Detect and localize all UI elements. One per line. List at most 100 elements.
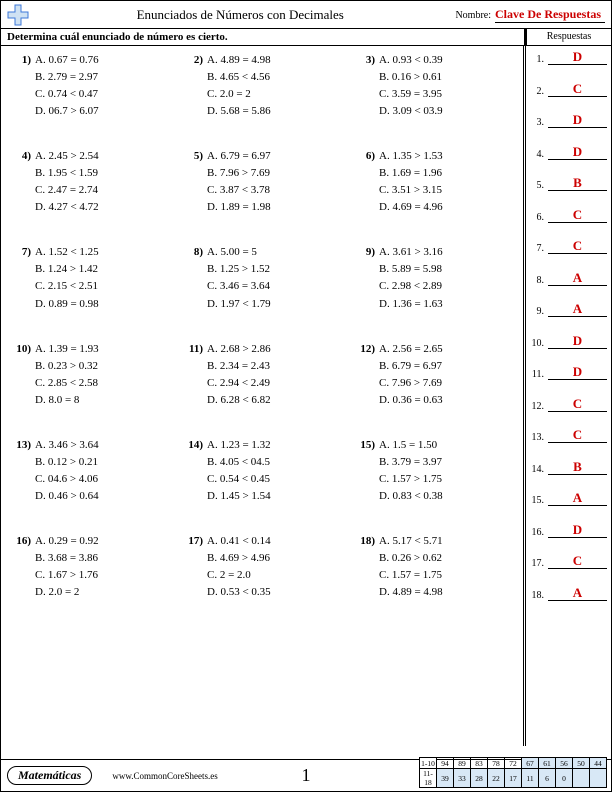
answer-number: 14. bbox=[530, 464, 544, 475]
answer-value: A bbox=[548, 491, 607, 506]
choice-a: A. 3.61 > 3.16 bbox=[379, 244, 443, 261]
question-block: 13)A. 3.46 > 3.64B. 0.12 > 0.21C. 04.6 >… bbox=[9, 437, 173, 505]
choice-a: A. 4.89 = 4.98 bbox=[207, 52, 271, 69]
question-number: 10) bbox=[9, 341, 31, 409]
question-choices: A. 1.23 = 1.32B. 4.05 < 04.5C. 0.54 < 0.… bbox=[207, 437, 271, 505]
choice-b: B. 1.25 > 1.52 bbox=[207, 261, 271, 278]
score-cell: 6 bbox=[539, 769, 556, 788]
choice-a: A. 1.35 > 1.53 bbox=[379, 148, 443, 165]
question-choices: A. 5.17 < 5.71B. 0.26 > 0.62C. 1.57 = 1.… bbox=[379, 533, 443, 601]
answer-number: 16. bbox=[530, 527, 544, 538]
question-block: 1)A. 0.67 = 0.76B. 2.79 = 2.97C. 0.74 < … bbox=[9, 52, 173, 120]
question-block: 14)A. 1.23 = 1.32B. 4.05 < 04.5C. 0.54 <… bbox=[181, 437, 345, 505]
answer-row: 5.B bbox=[530, 176, 607, 191]
choice-d: D. 1.36 = 1.63 bbox=[379, 296, 443, 313]
answer-row: 4.D bbox=[530, 145, 607, 160]
question-block: 4)A. 2.45 > 2.54B. 1.95 < 1.59C. 2.47 = … bbox=[9, 148, 173, 216]
choice-c: C. 3.46 = 3.64 bbox=[207, 278, 271, 295]
choice-c: C. 04.6 > 4.06 bbox=[35, 471, 99, 488]
score-cell: 67 bbox=[522, 758, 539, 769]
question-choices: A. 3.46 > 3.64B. 0.12 > 0.21C. 04.6 > 4.… bbox=[35, 437, 99, 505]
plus-icon bbox=[1, 2, 35, 28]
answer-value: B bbox=[548, 460, 607, 475]
answer-row: 8.A bbox=[530, 271, 607, 286]
choice-a: A. 2.68 > 2.86 bbox=[207, 341, 271, 358]
answer-number: 9. bbox=[530, 306, 544, 317]
choice-b: B. 3.68 = 3.86 bbox=[35, 550, 99, 567]
answer-number: 17. bbox=[530, 558, 544, 569]
choice-d: D. 0.83 < 0.38 bbox=[379, 488, 443, 505]
score-cell: 28 bbox=[471, 769, 488, 788]
instruction-text: Determina cuál enunciado de número es ci… bbox=[1, 29, 525, 45]
answer-number: 15. bbox=[530, 495, 544, 506]
answer-row: 7.C bbox=[530, 239, 607, 254]
choice-d: D. 1.45 > 1.54 bbox=[207, 488, 271, 505]
question-block: 8)A. 5.00 = 5B. 1.25 > 1.52C. 3.46 = 3.6… bbox=[181, 244, 345, 312]
answer-number: 13. bbox=[530, 432, 544, 443]
score-cell: 78 bbox=[488, 758, 505, 769]
question-number: 6) bbox=[353, 148, 375, 216]
score-row-label: 1-10 bbox=[420, 758, 437, 769]
choice-b: B. 4.69 > 4.96 bbox=[207, 550, 271, 567]
choice-d: D. 4.89 = 4.98 bbox=[379, 584, 443, 601]
answer-value: C bbox=[548, 554, 607, 569]
question-choices: A. 4.89 = 4.98B. 4.65 < 4.56C. 2.0 = 2D.… bbox=[207, 52, 271, 120]
question-block: 9)A. 3.61 > 3.16B. 5.89 = 5.98C. 2.98 < … bbox=[353, 244, 517, 312]
answer-value: D bbox=[548, 50, 607, 65]
choice-c: C. 1.57 = 1.75 bbox=[379, 567, 443, 584]
question-block: 7)A. 1.52 < 1.25B. 1.24 > 1.42C. 2.15 < … bbox=[9, 244, 173, 312]
score-cell: 0 bbox=[556, 769, 573, 788]
question-number: 3) bbox=[353, 52, 375, 120]
answers-header: Respuestas bbox=[525, 29, 611, 45]
worksheet-title: Enunciados de Números con Decimales bbox=[35, 7, 455, 23]
choice-c: C. 2.85 < 2.58 bbox=[35, 375, 99, 392]
question-number: 15) bbox=[353, 437, 375, 505]
choice-a: A. 0.93 < 0.39 bbox=[379, 52, 443, 69]
choice-d: D. 3.09 < 03.9 bbox=[379, 103, 443, 120]
answer-row: 17. C bbox=[530, 554, 607, 569]
site-url: www.CommonCoreSheets.es bbox=[112, 771, 217, 781]
choice-d: D. 8.0 = 8 bbox=[35, 392, 99, 409]
answer-row: 13. C bbox=[530, 428, 607, 443]
choice-b: B. 6.79 = 6.97 bbox=[379, 358, 443, 375]
question-number: 12) bbox=[353, 341, 375, 409]
choice-d: D. 1.89 = 1.98 bbox=[207, 199, 271, 216]
question-block: 12)A. 2.56 = 2.65B. 6.79 = 6.97C. 7.96 >… bbox=[353, 341, 517, 409]
answer-number: 18. bbox=[530, 590, 544, 601]
choice-a: A. 2.56 = 2.65 bbox=[379, 341, 443, 358]
question-number: 5) bbox=[181, 148, 203, 216]
choice-c: C. 2 = 2.0 bbox=[207, 567, 271, 584]
answer-value: C bbox=[548, 82, 607, 97]
question-number: 9) bbox=[353, 244, 375, 312]
score-cell: 33 bbox=[454, 769, 471, 788]
choice-c: C. 3.51 > 3.15 bbox=[379, 182, 443, 199]
answer-row: 10.D bbox=[530, 334, 607, 349]
question-block: 2)A. 4.89 = 4.98B. 4.65 < 4.56C. 2.0 = 2… bbox=[181, 52, 345, 120]
answer-value: B bbox=[548, 176, 607, 191]
question-block: 16)A. 0.29 = 0.92B. 3.68 = 3.86C. 1.67 >… bbox=[9, 533, 173, 601]
answer-row: 18.A bbox=[530, 586, 607, 601]
score-cell: 44 bbox=[590, 758, 607, 769]
choice-d: D. 2.0 = 2 bbox=[35, 584, 99, 601]
choice-c: C. 0.74 < 0.47 bbox=[35, 86, 99, 103]
choice-d: D. 4.27 < 4.72 bbox=[35, 199, 99, 216]
choice-d: D. 0.46 > 0.64 bbox=[35, 488, 99, 505]
name-field: Nombre: Clave De Respuestas bbox=[455, 7, 611, 23]
choice-a: A. 1.39 = 1.93 bbox=[35, 341, 99, 358]
score-row-label: 11-18 bbox=[420, 769, 437, 788]
question-block: 15)A. 1.5 = 1.50B. 3.79 = 3.97C. 1.57 > … bbox=[353, 437, 517, 505]
question-block: 5)A. 6.79 = 6.97B. 7.96 > 7.69C. 3.87 < … bbox=[181, 148, 345, 216]
answer-value: D bbox=[548, 145, 607, 160]
answer-value: D bbox=[548, 523, 607, 538]
answer-value: C bbox=[548, 428, 607, 443]
answer-number: 8. bbox=[530, 275, 544, 286]
score-cell: 56 bbox=[556, 758, 573, 769]
answer-row: 2.C bbox=[530, 82, 607, 97]
question-choices: A. 1.39 = 1.93B. 0.23 > 0.32C. 2.85 < 2.… bbox=[35, 341, 99, 409]
name-label: Nombre: bbox=[455, 10, 491, 21]
choice-b: B. 1.95 < 1.59 bbox=[35, 165, 99, 182]
choice-a: A. 0.41 < 0.14 bbox=[207, 533, 271, 550]
score-cell bbox=[590, 769, 607, 788]
choice-c: C. 2.94 < 2.49 bbox=[207, 375, 271, 392]
choice-c: C. 3.87 < 3.78 bbox=[207, 182, 271, 199]
